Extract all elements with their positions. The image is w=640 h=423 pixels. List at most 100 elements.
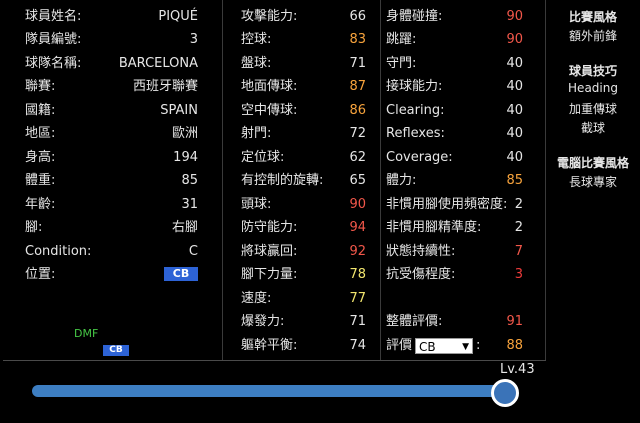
level-label: Lv.43 (500, 362, 535, 377)
stat-row: 體力: 85 (381, 171, 545, 191)
info-row-foot: 腳: 右腳 (3, 218, 222, 238)
stat-row: 攻擊能力: 66 (223, 7, 380, 27)
stat-row: 跳躍: 90 (381, 30, 545, 50)
rating-prefix: 評價 (386, 338, 413, 353)
info-row-nationality: 國籍: SPAIN (3, 101, 222, 121)
stats-panel-right: 身體碰撞: 90 跳躍: 90 守門: 40 接球能力: 40 Clearing: 40 … (381, 0, 546, 360)
rating-suffix: : (476, 338, 481, 353)
stat-value: 85 (506, 173, 523, 188)
stat-label: 防守能力: (241, 220, 298, 235)
stat-row: 非慣用腳精準度: 2 (381, 218, 545, 238)
position-label: 位置: (25, 267, 56, 282)
rating-label: 評價 CB ▼: (386, 336, 480, 356)
stat-value: 2 (514, 197, 523, 212)
style-sidebar: 比賽風格 額外前鋒 球員技巧 Heading 加重傳球 截球 電腦比賽風格 長球… (546, 0, 640, 423)
info-value: BARCELONA (118, 56, 198, 71)
ai-style-title: 電腦比賽風格 (556, 156, 629, 170)
stat-label: 頭球: (241, 197, 272, 212)
info-row-weight: 體重: 85 (3, 171, 222, 191)
stat-value: 71 (349, 56, 366, 71)
overall-value: 91 (506, 314, 523, 329)
stat-value: 86 (349, 103, 366, 118)
stat-label: 守門: (386, 56, 417, 71)
stat-label: 體力: (386, 173, 417, 188)
stat-value: 40 (506, 56, 523, 71)
stat-row: 抗受傷程度: 3 (381, 265, 545, 285)
stat-value: 62 (349, 150, 366, 165)
info-label: 隊員編號: (25, 32, 82, 47)
stat-label: 空中傳球: (241, 103, 298, 118)
rating-value: 88 (506, 338, 523, 353)
stat-label: 抗受傷程度: (386, 267, 456, 282)
info-value: 右腳 (171, 220, 198, 235)
stat-value: 71 (349, 314, 366, 329)
stat-label: 攻擊能力: (241, 9, 298, 24)
stat-value: 3 (514, 267, 523, 282)
info-label: 球隊名稱: (25, 56, 82, 71)
info-value: PIQUÉ (158, 9, 198, 24)
skills-title: 球員技巧 (568, 64, 617, 78)
stat-label: 射門: (241, 126, 272, 141)
stat-row: 防守能力: 94 (223, 218, 380, 238)
info-row-position: 位置: CB (3, 265, 222, 285)
stat-row: Coverage: 40 (381, 148, 545, 168)
stat-label: 身體碰撞: (386, 9, 443, 24)
stats-panel-middle: 攻擊能力: 66 控球: 83 盤球: 71 地面傳球: 87 空中傳球: 86 射門: 7… (223, 0, 381, 360)
stat-label: 爆發力: (241, 314, 285, 329)
level-slider-handle[interactable] (491, 379, 519, 407)
stat-value: 40 (506, 150, 523, 165)
info-value: 3 (189, 32, 198, 47)
stat-row: 速度: 77 (223, 289, 380, 309)
stat-label: 狀態持續性: (386, 244, 456, 259)
stat-value: 83 (349, 32, 366, 47)
stat-row: 頭球: 90 (223, 195, 380, 215)
stat-row: 空中傳球: 86 (223, 101, 380, 121)
rating-position-select[interactable]: CB ▼ (415, 337, 474, 354)
stat-row: 守門: 40 (381, 54, 545, 74)
info-label: 腳: (25, 220, 43, 235)
info-row-region: 地區: 歐洲 (3, 124, 222, 144)
stat-row: 定位球: 62 (223, 148, 380, 168)
stat-label: 地面傳球: (241, 79, 298, 94)
stat-row: 地面傳球: 87 (223, 77, 380, 97)
stat-value: 40 (506, 103, 523, 118)
stat-value: 74 (349, 338, 366, 353)
info-row-age: 年齡: 31 (3, 195, 222, 215)
mini-position-cb-badge: CB (103, 345, 129, 356)
stat-label: 盤球: (241, 56, 272, 71)
info-value: SPAIN (160, 103, 198, 118)
stat-row: 狀態持續性: 7 (381, 242, 545, 262)
stat-label: Reflexes: (386, 126, 445, 141)
info-row-number: 隊員編號: 3 (3, 30, 222, 50)
info-row-name: 球員姓名: PIQUÉ (3, 7, 222, 27)
stat-row: 盤球: 71 (223, 54, 380, 74)
info-label: 國籍: (25, 103, 56, 118)
stat-value: 90 (506, 9, 523, 24)
info-row-height: 身高: 194 (3, 148, 222, 168)
stat-row: 接球能力: 40 (381, 77, 545, 97)
stat-value: 2 (514, 220, 523, 235)
stat-label: Coverage: (386, 150, 453, 165)
stat-row: Clearing: 40 (381, 101, 545, 121)
ai-style-value: 長球專家 (568, 175, 617, 189)
divider (3, 360, 546, 361)
info-value: C (188, 244, 198, 259)
play-style-value: 額外前鋒 (568, 29, 617, 43)
stat-row: 非慣用腳使用頻密度: 2 (381, 195, 545, 215)
info-label: Condition: (25, 244, 92, 259)
info-label: 體重: (25, 173, 56, 188)
stat-label: 非慣用腳使用頻密度: (386, 197, 508, 212)
stat-value: 90 (349, 197, 366, 212)
stat-label: 將球贏回: (241, 244, 298, 259)
info-label: 球員姓名: (25, 9, 82, 24)
stat-label: 跳躍: (386, 32, 417, 47)
info-row-league: 聯賽: 西班牙聯賽 (3, 77, 222, 97)
level-slider-track[interactable] (32, 385, 517, 397)
stat-row: 有控制的旋轉: 65 (223, 171, 380, 191)
stat-label: 定位球: (241, 150, 285, 165)
stat-label: 速度: (241, 291, 272, 306)
info-value: 西班牙聯賽 (132, 79, 198, 94)
stat-value: 40 (506, 126, 523, 141)
info-value: 歐洲 (171, 126, 198, 141)
chevron-down-icon: ▼ (462, 341, 470, 352)
